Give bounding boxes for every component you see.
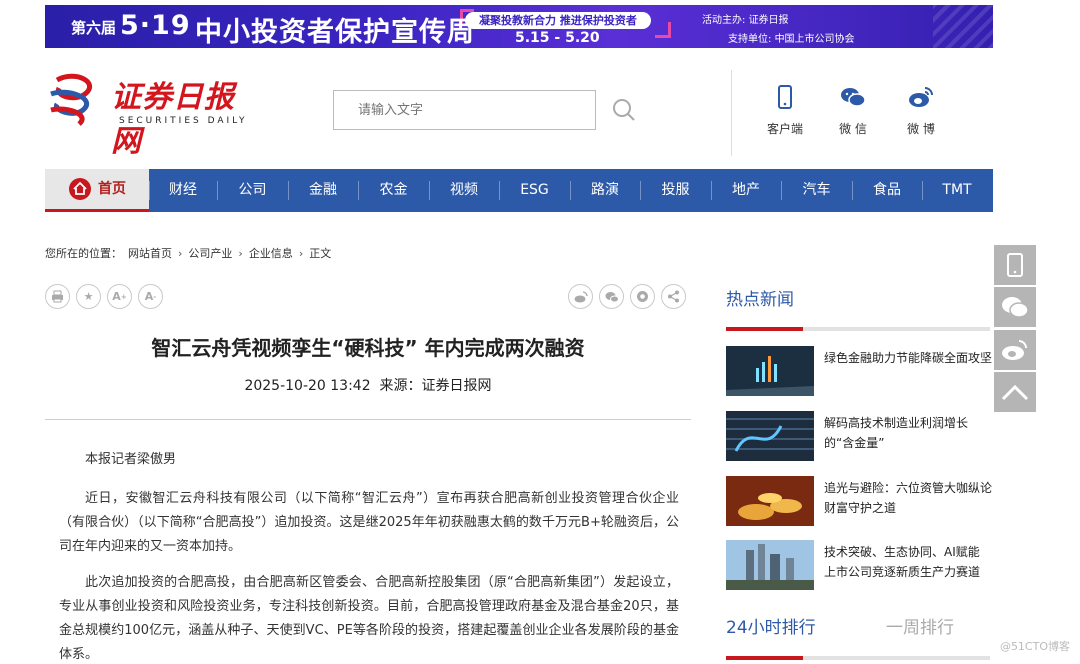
nav-item[interactable]: 投服 <box>640 169 711 212</box>
weibo-icon <box>909 87 933 107</box>
quick-link-wechat[interactable]: 微 信 <box>828 84 878 137</box>
main-nav: 首页 财经 公司 金融 农金 视频 ESG 路演 投服 地产 汽车 食品 TMT <box>45 169 993 212</box>
wechat-icon <box>841 88 866 107</box>
print-icon[interactable] <box>45 284 70 309</box>
float-weibo-button[interactable] <box>994 330 1036 370</box>
banner-supporter: 支持单位: 中国上市公司协会 <box>728 30 981 45</box>
nav-item[interactable]: 食品 <box>852 169 922 212</box>
hot-news-heading: 热点新闻 <box>726 290 794 310</box>
nav-item[interactable]: 农金 <box>358 169 429 212</box>
nav-item[interactable]: 金融 <box>288 169 358 212</box>
breadcrumb-prefix: 您所在的位置： <box>45 247 122 260</box>
tab-weekly-ranking[interactable]: 一周排行 <box>886 613 954 638</box>
banner-slogan: 凝聚投教新合力 推进保护投资者 <box>465 12 651 29</box>
watermark: @51CTO博客 <box>999 640 1070 653</box>
promo-banner[interactable]: 第六届 5·19 中小投资者保护宣传周 凝聚投教新合力 推进保护投资者 5.15… <box>45 5 993 48</box>
nav-item[interactable]: ESG <box>499 169 570 212</box>
breadcrumb-link[interactable]: 网站首页 <box>128 245 172 261</box>
wechat-share-icon[interactable] <box>599 284 624 309</box>
hot-news-item[interactable]: 追光与避险：六位资管大咖纵论财富守护之道 <box>726 476 996 526</box>
ranking-underline <box>726 656 990 660</box>
article-meta: 2025-10-20 13:42 来源：证券日报网 <box>45 375 691 395</box>
article-tools: ★ A + A- <box>45 284 163 309</box>
news-thumbnail <box>726 411 814 461</box>
article-datetime: 2025-10-20 13:42 <box>244 378 371 394</box>
back-to-top-button[interactable] <box>994 372 1036 412</box>
organizer-logo-text: 证券日报 <box>748 15 789 26</box>
divider <box>45 419 691 420</box>
weibo-share-icon[interactable] <box>568 284 593 309</box>
banner-headline-date: 5·19 <box>120 10 191 41</box>
breadcrumb-link[interactable]: 公司产业 <box>188 245 232 261</box>
qzone-share-icon[interactable] <box>630 284 655 309</box>
site-logo[interactable]: 证券日报网 SECURITIES DAILY <box>45 70 265 159</box>
weibo-icon <box>1002 340 1027 360</box>
nav-item[interactable]: 财经 <box>149 169 217 212</box>
quick-link-label: 客户端 <box>766 122 803 136</box>
banner-headline: 中小投资者保护宣传周 <box>195 17 475 48</box>
hot-news-title: 解码高技术制造业利润增长的“含金量” <box>824 416 969 450</box>
banner-date-range: 5.15 - 5.20 <box>515 30 600 46</box>
chevron-right-icon: › <box>238 246 243 260</box>
mobile-icon <box>1007 253 1023 277</box>
font-larger-icon[interactable]: A + <box>107 284 132 309</box>
hot-news-title: 追光与避险：六位资管大咖纵论财富守护之道 <box>824 481 993 515</box>
hot-news-item[interactable]: 绿色金融助力节能降碳全面攻坚 <box>726 346 996 396</box>
supporter-name: 中国上市公司协会 <box>774 34 855 45</box>
hot-news-title: 绿色金融助力节能降碳全面攻坚 <box>824 351 993 365</box>
hot-news-item[interactable]: 技术突破、生态协同、AI赋能 上市公司竞逐新质生产力赛道 <box>726 540 996 590</box>
mobile-icon <box>778 85 792 109</box>
article-title: 智汇云舟凭视频孪生“硬科技” 年内完成两次融资 <box>151 336 585 360</box>
article-paragraph: 此次追加投资的合肥高投，由合肥高新区管委会、合肥高新控股集团（原“合肥高新集团”… <box>59 575 679 662</box>
float-wechat-button[interactable] <box>994 287 1036 327</box>
quick-link-weibo[interactable]: 微 博 <box>896 84 946 137</box>
article-source: 证券日报网 <box>421 378 492 394</box>
breadcrumb: 您所在的位置： 网站首页 › 公司产业 › 企业信息 › 正文 <box>45 245 331 261</box>
logo-swirl-icon <box>50 73 93 126</box>
hot-news-underline <box>726 327 990 331</box>
nav-item[interactable]: 路演 <box>570 169 640 212</box>
back-to-top-icon <box>1001 384 1029 401</box>
hot-news-title: 技术突破、生态协同、AI赋能 上市公司竞逐新质生产力赛道 <box>824 545 981 579</box>
nav-item[interactable]: 地产 <box>711 169 781 212</box>
banner-edition: 第六届 <box>71 19 117 37</box>
favorite-icon[interactable]: ★ <box>76 284 101 309</box>
share-tools <box>568 284 686 309</box>
quick-link-label: 微 信 <box>839 122 867 136</box>
chevron-right-icon: › <box>178 246 183 260</box>
nav-item[interactable]: TMT <box>922 169 992 212</box>
breadcrumb-current: 正文 <box>309 247 332 260</box>
nav-home-label: 首页 <box>98 180 126 197</box>
article-paragraph: 近日，安徽智汇云舟科技有限公司（以下简称“智汇云舟”）宣布再获合肥高新创业投资管… <box>59 491 679 554</box>
news-thumbnail <box>726 476 814 526</box>
nav-item[interactable]: 视频 <box>429 169 499 212</box>
font-smaller-icon[interactable]: A- <box>138 284 163 309</box>
banner-decoration <box>655 22 671 38</box>
hot-news-item[interactable]: 解码高技术制造业利润增长的“含金量” <box>726 411 996 461</box>
nav-item[interactable]: 公司 <box>217 169 288 212</box>
article-paragraph: 本报记者梁傲男 <box>85 452 177 467</box>
breadcrumb-link[interactable]: 企业信息 <box>249 245 293 261</box>
nav-item[interactable]: 汽车 <box>781 169 852 212</box>
tab-24h-ranking[interactable]: 24小时排行 <box>726 613 816 638</box>
quick-link-app[interactable]: 客户端 <box>760 84 810 137</box>
logo-text-en: SECURITIES DAILY <box>119 116 248 126</box>
header-divider <box>731 70 732 156</box>
wechat-icon <box>1002 297 1029 318</box>
quick-link-label: 微 博 <box>907 122 935 136</box>
news-thumbnail <box>726 346 814 396</box>
supporter-label: 支持单位: <box>728 34 772 45</box>
article-source-label: 来源： <box>379 378 422 394</box>
search-icon[interactable] <box>612 98 636 122</box>
float-mobile-button[interactable] <box>994 245 1036 285</box>
nav-item-home[interactable]: 首页 <box>45 169 149 212</box>
home-icon <box>69 178 91 200</box>
chevron-right-icon: › <box>298 246 304 260</box>
share-icon[interactable] <box>661 284 686 309</box>
organizer-label: 活动主办: <box>702 15 746 26</box>
banner-organizer: 活动主办: 证券日报 <box>702 11 981 26</box>
news-thumbnail <box>726 540 814 590</box>
search-input[interactable] <box>333 90 596 130</box>
